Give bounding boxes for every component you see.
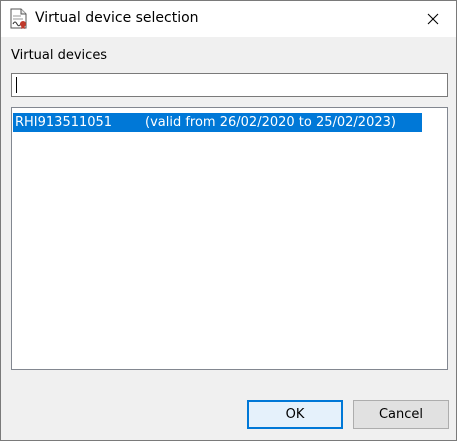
ok-button[interactable]: OK <box>247 400 343 429</box>
dialog-window: Virtual device selection Virtual devices… <box>0 0 457 441</box>
cancel-button[interactable]: Cancel <box>353 400 449 429</box>
close-button[interactable] <box>410 1 456 37</box>
device-validity: (valid from 26/02/2020 to 25/02/2023) <box>145 115 396 130</box>
virtual-device-list[interactable]: RHI913511051 (valid from 26/02/2020 to 2… <box>11 107 448 370</box>
virtual-devices-label: Virtual devices <box>11 48 108 63</box>
list-item[interactable]: RHI913511051 (valid from 26/02/2020 to 2… <box>13 113 422 132</box>
window-title: Virtual device selection <box>35 10 199 26</box>
document-certificate-icon <box>10 8 28 29</box>
device-filter-input[interactable] <box>11 73 448 97</box>
text-caret <box>16 77 17 93</box>
device-id: RHI913511051 <box>15 115 113 130</box>
close-icon <box>427 13 439 25</box>
title-bar: Virtual device selection <box>1 1 456 37</box>
